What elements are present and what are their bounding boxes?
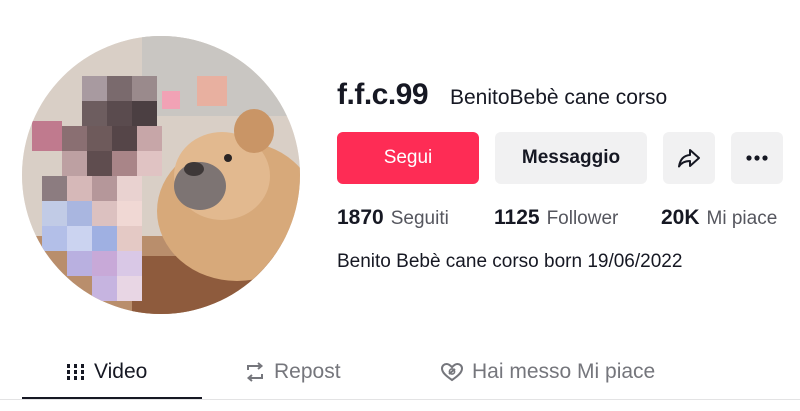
- following-count: 1870: [337, 206, 384, 229]
- profile-page: f.f.c.99 BenitoBebè cane corso Segui Mes…: [0, 0, 800, 411]
- grid-icon: [66, 363, 86, 381]
- stat-likes: 20K Mi piace: [661, 206, 777, 230]
- tab-video-label: Video: [94, 360, 148, 383]
- tab-liked[interactable]: Hai messo Mi piace: [440, 357, 655, 387]
- stat-following[interactable]: 1870 Seguiti: [337, 206, 449, 230]
- following-label: Seguiti: [390, 208, 449, 229]
- share-arrow-icon: [678, 149, 700, 168]
- followers-count: 1125: [494, 206, 540, 229]
- tab-liked-label: Hai messo Mi piace: [472, 360, 656, 383]
- bio: Benito Bebè cane corso born 19/06/2022: [337, 251, 683, 272]
- message-button[interactable]: Messaggio: [495, 132, 647, 184]
- likes-count: 20K: [661, 206, 700, 229]
- likes-label: Mi piace: [706, 208, 778, 229]
- heart-hidden-icon: [440, 361, 464, 383]
- share-button[interactable]: [663, 132, 715, 184]
- avatar-image: [22, 36, 300, 314]
- tab-repost[interactable]: Repost: [244, 357, 341, 387]
- followers-label: Follower: [546, 208, 619, 229]
- tab-divider: [0, 399, 800, 400]
- more-options-button[interactable]: [731, 132, 783, 184]
- repost-icon: [244, 361, 266, 383]
- username: f.f.c.99: [337, 78, 429, 111]
- avatar[interactable]: [22, 36, 300, 314]
- follow-button[interactable]: Segui: [337, 132, 479, 184]
- more-dots-icon: [746, 155, 768, 161]
- nickname: BenitoBebè cane corso: [450, 86, 668, 109]
- stat-followers[interactable]: 1125 Follower: [494, 206, 618, 230]
- tab-repost-label: Repost: [274, 360, 341, 383]
- tab-video[interactable]: Video: [66, 357, 147, 387]
